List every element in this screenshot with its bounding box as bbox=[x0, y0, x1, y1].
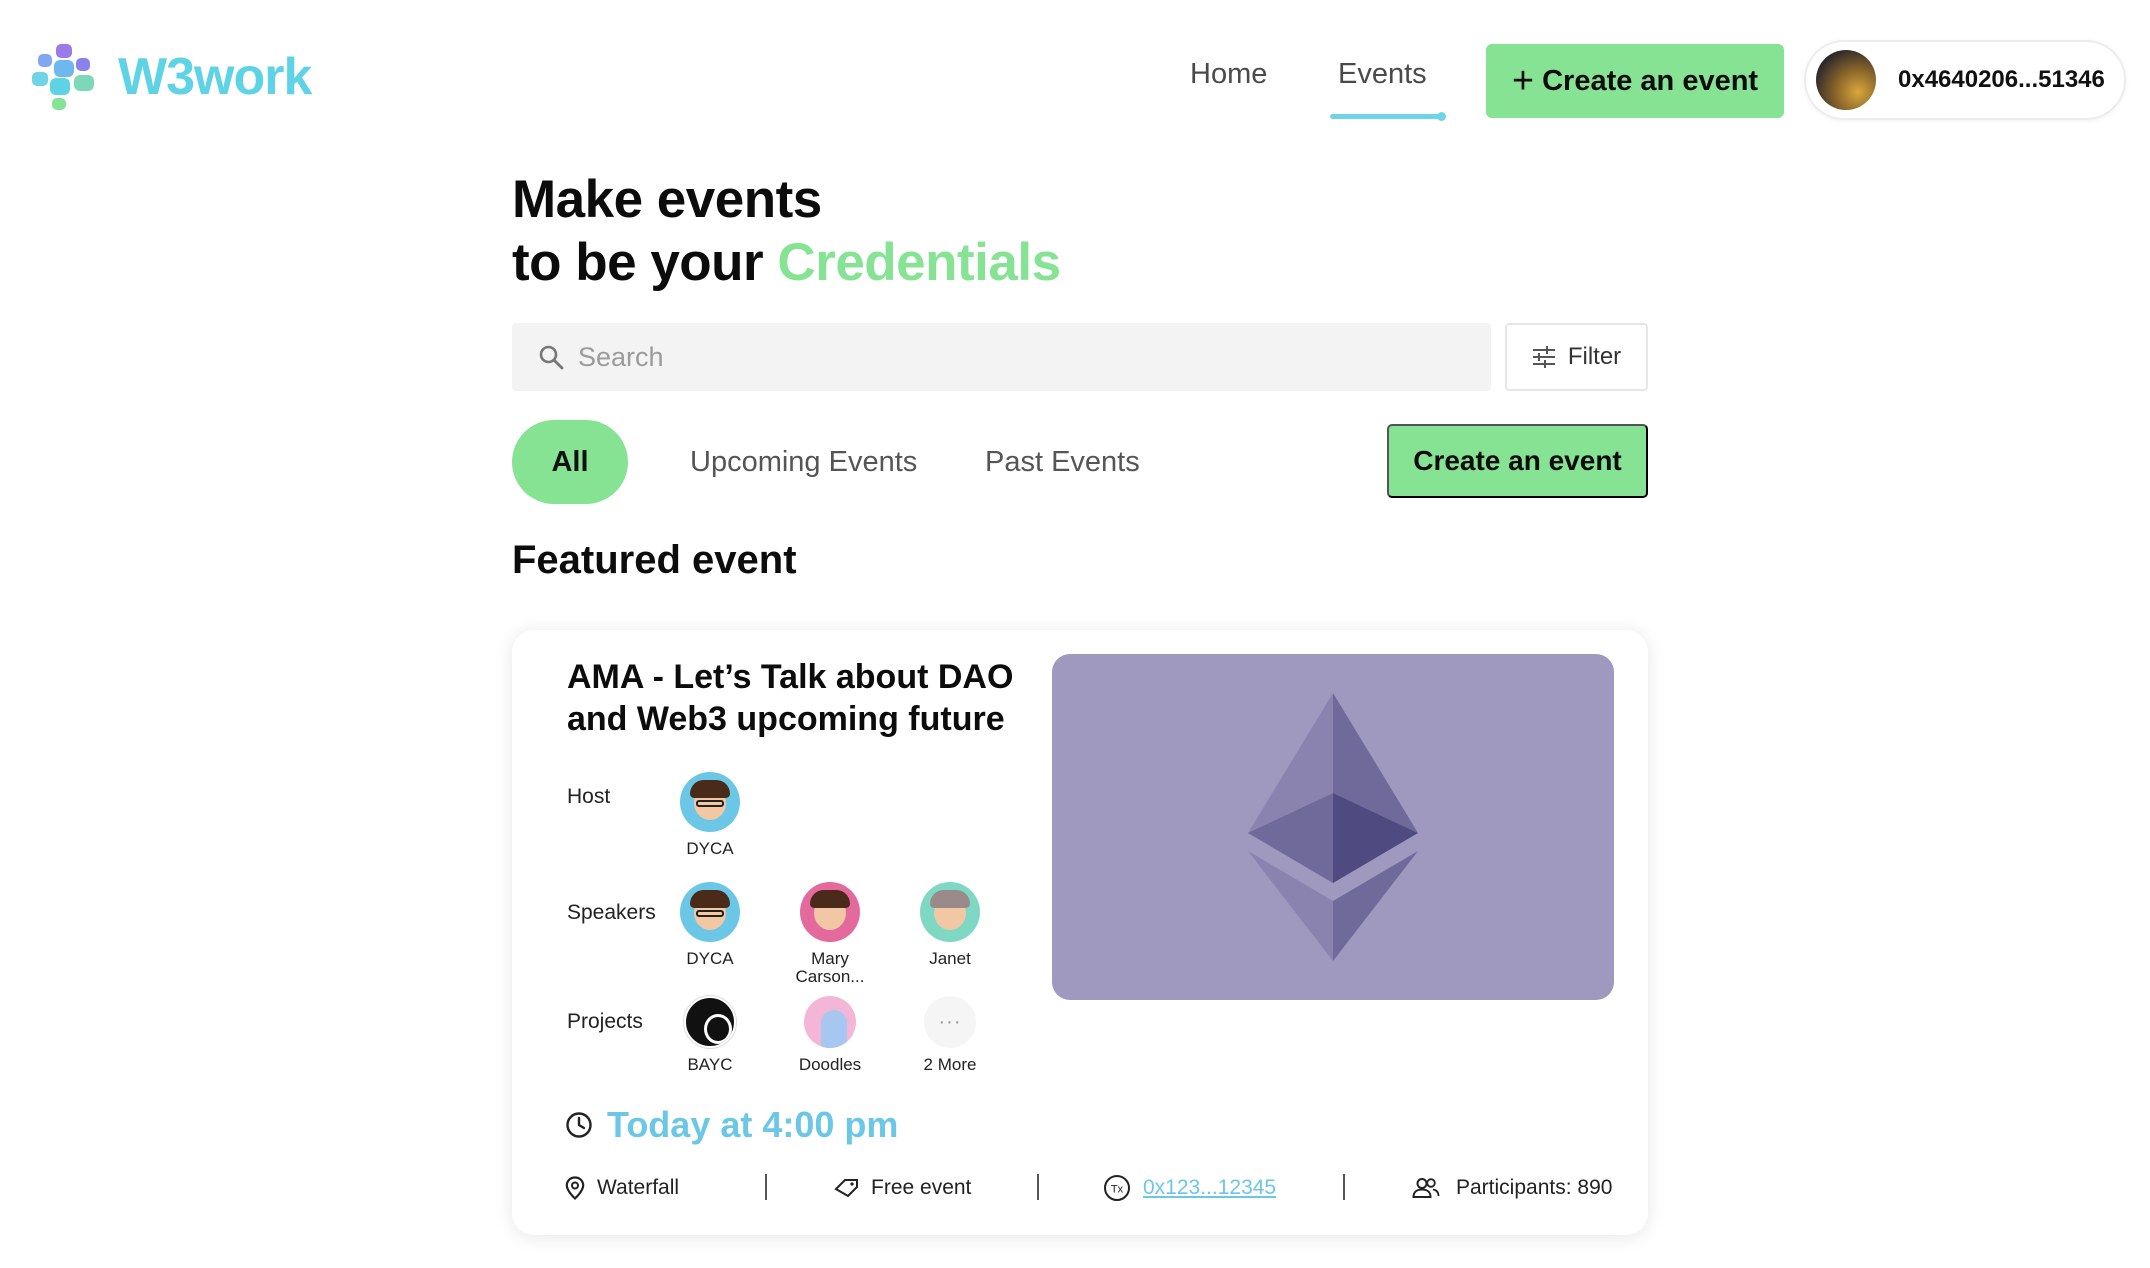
plus-icon: + bbox=[1511, 60, 1535, 102]
event-location: Waterfall bbox=[565, 1168, 679, 1208]
event-price: Free event bbox=[833, 1168, 971, 1208]
nav-events-link[interactable]: Events bbox=[1338, 58, 1427, 91]
page-headline: Make events to be your Credentials bbox=[512, 168, 1061, 294]
header-create-event-label: Create an event bbox=[1542, 64, 1759, 97]
bayc-logo-icon bbox=[684, 996, 736, 1048]
logo-mark-icon bbox=[32, 44, 94, 110]
header-create-event-button[interactable]: + Create an event bbox=[1486, 44, 1784, 118]
headline-line-1: Make events bbox=[512, 170, 822, 229]
host-name: DYCA bbox=[686, 839, 734, 858]
event-time-text: Today at 4:00 pm bbox=[607, 1104, 899, 1145]
create-event-button[interactable]: Create an event bbox=[1387, 424, 1648, 498]
host-dyca[interactable]: DYCA bbox=[650, 772, 770, 858]
tab-upcoming-events[interactable]: Upcoming Events bbox=[690, 446, 917, 479]
doodles-logo-icon bbox=[804, 996, 856, 1048]
tx-link[interactable]: 0x123...12345 bbox=[1143, 1176, 1276, 1200]
participants-text: Participants: 890 bbox=[1456, 1176, 1613, 1199]
tab-all[interactable]: All bbox=[512, 420, 628, 504]
host-label: Host bbox=[567, 785, 611, 808]
wallet-avatar bbox=[1816, 50, 1876, 110]
speaker-name: Janet bbox=[929, 949, 971, 968]
search-bar[interactable] bbox=[512, 323, 1491, 391]
sliders-icon bbox=[1532, 346, 1555, 368]
location-text: Waterfall bbox=[597, 1176, 680, 1199]
nav-home-link[interactable]: Home bbox=[1190, 58, 1267, 91]
avatar bbox=[800, 882, 860, 942]
divider bbox=[1037, 1174, 1039, 1200]
tab-past-events[interactable]: Past Events bbox=[985, 446, 1140, 479]
search-icon bbox=[539, 345, 564, 370]
speaker-name: Mary Carson... bbox=[795, 949, 865, 986]
project-doodles[interactable]: Doodles bbox=[770, 996, 890, 1074]
speaker-mary-carson[interactable]: Mary Carson... bbox=[770, 882, 890, 986]
avatar bbox=[920, 882, 980, 942]
projects-label: Projects bbox=[567, 1010, 643, 1033]
project-name: BAYC bbox=[687, 1055, 733, 1074]
tx-icon-label: Tx bbox=[1111, 1184, 1124, 1196]
event-transaction[interactable]: Tx 0x123...12345 bbox=[1103, 1168, 1276, 1208]
price-text: Free event bbox=[871, 1176, 972, 1199]
search-input[interactable] bbox=[578, 341, 1458, 373]
event-participants: Participants: 890 bbox=[1412, 1168, 1612, 1208]
avatar bbox=[680, 882, 740, 942]
project-bayc[interactable]: BAYC bbox=[650, 996, 770, 1074]
transaction-icon: Tx bbox=[1104, 1175, 1130, 1201]
event-info-row: Waterfall Free event Tx 0x123...12345 Pa… bbox=[565, 1168, 1625, 1208]
avatar bbox=[680, 772, 740, 832]
project-name: Doodles bbox=[798, 1055, 862, 1074]
filter-button[interactable]: Filter bbox=[1505, 323, 1648, 391]
wallet-button[interactable]: 0x4640206...51346 bbox=[1804, 40, 2126, 120]
brand-name: W3work bbox=[118, 48, 312, 106]
ticket-icon bbox=[834, 1179, 858, 1198]
wallet-address: 0x4640206...51346 bbox=[1898, 66, 2105, 93]
headline-accent: Credentials bbox=[777, 233, 1061, 292]
more-dots-icon: ··· bbox=[924, 996, 976, 1048]
project-name: 2 More bbox=[923, 1055, 977, 1074]
event-cover-image[interactable] bbox=[1052, 654, 1614, 1000]
divider bbox=[765, 1174, 767, 1200]
project-more[interactable]: ··· 2 More bbox=[890, 996, 1010, 1074]
event-time: Today at 4:00 pm bbox=[565, 1104, 898, 1146]
users-icon bbox=[1412, 1178, 1440, 1198]
featured-section-title: Featured event bbox=[512, 538, 797, 582]
event-title[interactable]: AMA - Let’s Talk about DAO and Web3 upco… bbox=[567, 656, 1037, 740]
headline-line-2: to be your Credentials bbox=[512, 231, 1061, 294]
divider bbox=[1343, 1174, 1345, 1200]
speaker-janet[interactable]: Janet bbox=[890, 882, 1010, 968]
brand-logo[interactable]: W3work bbox=[30, 42, 312, 112]
clock-icon bbox=[566, 1112, 592, 1138]
headline-line-2-prefix: to be your bbox=[512, 233, 764, 292]
nav-active-indicator bbox=[1330, 112, 1446, 121]
speaker-dyca[interactable]: DYCA bbox=[650, 882, 770, 968]
filter-label: Filter bbox=[1567, 343, 1622, 370]
location-pin-icon bbox=[565, 1176, 585, 1200]
speakers-label: Speakers bbox=[567, 901, 656, 924]
ethereum-logo-icon bbox=[1248, 693, 1418, 961]
speaker-name: DYCA bbox=[686, 949, 734, 968]
